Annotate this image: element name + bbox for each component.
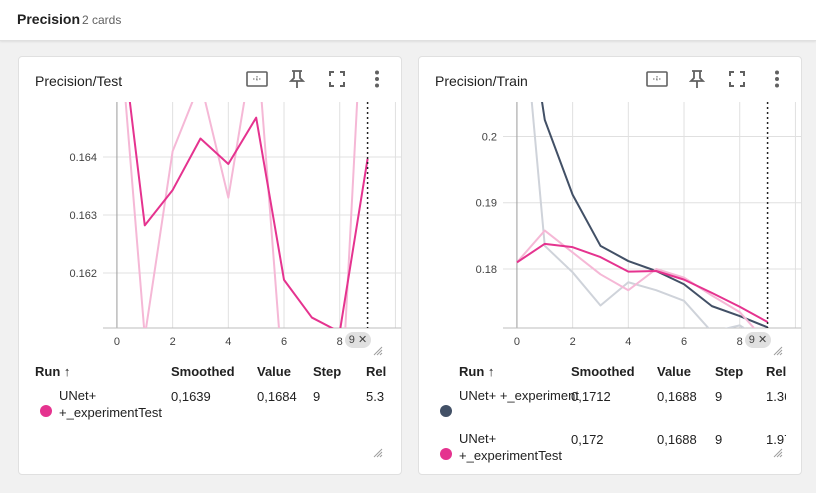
series-line-smoothed	[541, 102, 768, 328]
y-tick-label: 0.162	[69, 268, 97, 280]
step-value: 9	[715, 389, 723, 404]
column-header-relative[interactable]: Rel	[766, 364, 786, 379]
series-line-smoothed	[128, 102, 369, 328]
x-tick-label: 4	[225, 336, 231, 348]
run-color-dot	[440, 405, 452, 417]
column-header-smoothed[interactable]: Smoothed	[571, 364, 635, 379]
run-color-dot	[440, 448, 452, 460]
relative-time: 5.3	[366, 389, 385, 404]
x-tick-label: 4	[625, 336, 631, 348]
fit-domain-icon[interactable]	[645, 67, 669, 91]
raw-value: 0,1688	[657, 432, 697, 447]
resize-handle-icon[interactable]	[373, 346, 383, 356]
run-color-dot	[40, 405, 52, 417]
column-header-step[interactable]: Step	[715, 364, 743, 379]
x-tick-label: 6	[681, 336, 687, 348]
line-chart-svg[interactable]: 0.18 0.19 0.2 0 2 4 6 8	[419, 102, 801, 364]
series-group	[516, 102, 769, 328]
run-name: UNet+ +_experimentTest	[59, 388, 162, 420]
chart-card-precision-train: Precision/Train 0.18 0.19 0.2 0 2 4 6 8 9 ✕ Run…	[418, 56, 802, 475]
relative-time: 1.36	[766, 389, 786, 404]
resize-handle-icon[interactable]	[773, 448, 783, 458]
column-header-run[interactable]: Run ↑	[459, 364, 494, 379]
column-header-value[interactable]: Value	[657, 364, 691, 379]
series-group	[124, 102, 369, 328]
fullscreen-icon[interactable]	[325, 67, 349, 91]
column-header-smoothed[interactable]: Smoothed	[171, 364, 235, 379]
x-tick-label: 2	[170, 336, 176, 348]
card-title: Precision/Test	[35, 73, 123, 89]
relative-time: 1.97	[766, 432, 786, 447]
column-header-relative[interactable]: Rel	[366, 364, 386, 379]
column-header-step[interactable]: Step	[313, 364, 341, 379]
x-tick-label: 2	[570, 336, 576, 348]
more-vert-icon[interactable]	[765, 67, 789, 91]
pin-icon[interactable]	[685, 67, 709, 91]
step-value: 9	[715, 432, 723, 447]
chart-card-precision-test: Precision/Test 0.162 0.163 0.164 0 2 4 6 8 9 ✕ …	[18, 56, 402, 475]
chart-plot-area[interactable]: 0.162 0.163 0.164 0 2 4 6 8 9 ✕	[19, 102, 401, 364]
smoothed-value: 0,1712	[571, 389, 611, 404]
section-header: Precision 2 cards	[0, 0, 816, 41]
resize-handle-icon[interactable]	[373, 448, 383, 458]
y-tick-label: 0.164	[69, 152, 97, 164]
chart-plot-area[interactable]: 0.18 0.19 0.2 0 2 4 6 8 9 ✕	[419, 102, 801, 364]
fullscreen-icon[interactable]	[725, 67, 749, 91]
run-name: UNet+ +_experiment	[459, 388, 579, 403]
x-tick-label: 6	[281, 336, 287, 348]
more-vert-icon[interactable]	[365, 67, 389, 91]
raw-value: 0,1688	[657, 389, 697, 404]
raw-value: 0,1684	[257, 389, 297, 404]
x-tick-label: 8	[737, 336, 743, 348]
y-tick-label: 0.18	[476, 264, 497, 276]
smoothed-value: 0,1639	[171, 389, 211, 404]
x-tick-label: 8	[337, 336, 343, 348]
y-tick-label: 0.2	[482, 131, 497, 143]
pin-icon[interactable]	[285, 67, 309, 91]
section-card-count: 2 cards	[82, 13, 122, 27]
column-header-run[interactable]: Run ↑	[35, 364, 70, 379]
section-title: Precision	[17, 11, 81, 27]
x-tick-label: 0	[514, 336, 520, 348]
step-cursor-badge[interactable]: 9 ✕	[345, 332, 371, 348]
resize-handle-icon[interactable]	[773, 346, 783, 356]
y-tick-label: 0.19	[476, 198, 497, 210]
step-value: 9	[313, 389, 321, 404]
card-title: Precision/Train	[435, 73, 528, 89]
x-tick-label: 0	[114, 336, 120, 348]
line-chart-svg[interactable]: 0.162 0.163 0.164 0 2 4 6 8	[19, 102, 401, 364]
fit-domain-icon[interactable]	[245, 67, 269, 91]
y-tick-label: 0.163	[69, 210, 97, 222]
run-name: UNet+ +_experimentTest	[459, 431, 562, 463]
smoothed-value: 0,172	[571, 432, 604, 447]
column-header-value[interactable]: Value	[257, 364, 291, 379]
step-cursor-badge[interactable]: 9 ✕	[745, 332, 771, 348]
